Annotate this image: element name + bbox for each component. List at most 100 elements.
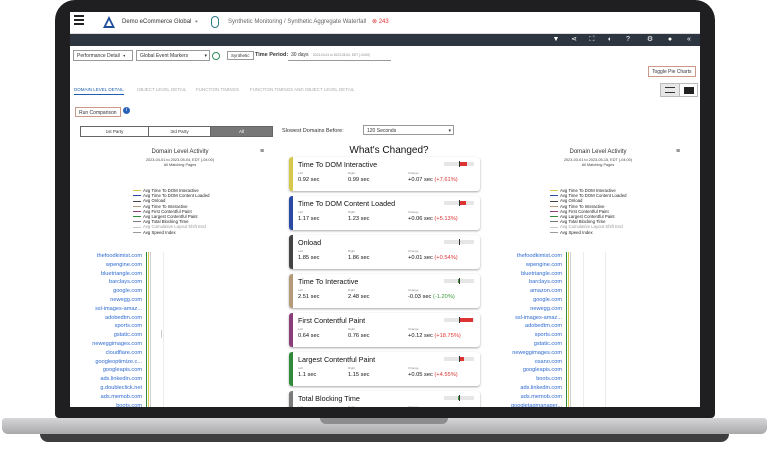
domain-link[interactable]: barclays.com — [490, 278, 562, 287]
domain-link[interactable]: newegg.com — [490, 305, 562, 314]
toggle-pie-charts-button[interactable]: Toggle Pie Charts — [648, 66, 696, 77]
legend-item[interactable]: Avg Speed Index — [550, 230, 626, 235]
chevron-down-icon: ▾ — [204, 53, 207, 59]
change-bar — [444, 278, 474, 284]
domain-link[interactable]: sports.com — [70, 322, 142, 331]
domain-link[interactable]: ads.memob.com — [70, 393, 142, 402]
metric-card[interactable]: Total Blocking Time Left Right Change — [289, 391, 480, 407]
change-bar — [444, 161, 474, 167]
metric-color-strip — [289, 352, 293, 386]
tab-function-timings-object-level[interactable]: FUNCTION TIMINGS AND OBJECT LEVEL DETAIL — [250, 87, 354, 94]
view-switcher[interactable] — [660, 83, 698, 97]
domain-link[interactable]: newegg.com — [70, 296, 142, 305]
tab-function-timings[interactable]: FUNCTION TIMINGS — [196, 87, 239, 94]
info-icon[interactable]: i — [123, 107, 130, 114]
domain-link[interactable]: cloudflare.com — [70, 349, 142, 358]
metric-change-value: +0.06 sec (+5.13%) — [408, 216, 458, 222]
domain-link[interactable]: googleapis.com — [70, 366, 142, 375]
metric-card[interactable]: Time To DOM Content Loaded Left 1.17 sec Ri… — [289, 196, 480, 230]
chart-grid-line — [583, 252, 584, 407]
help-icon[interactable]: ? — [624, 36, 632, 44]
metric-change-value: -0.03 sec (-1.20%) — [408, 294, 455, 300]
legend-item[interactable]: Avg Speed Index — [133, 230, 209, 235]
metric-card[interactable]: Largest Contentful Paint Left 1.1 sec Right… — [289, 352, 480, 386]
grid-view-icon[interactable] — [684, 87, 694, 94]
change-bar — [444, 239, 474, 245]
domain-link[interactable]: gstatic.com — [490, 340, 562, 349]
tab-domain-level-detail[interactable]: DOMAIN LEVEL DETAIL — [74, 87, 124, 95]
domain-link[interactable]: ssl-images-amaz... — [490, 314, 562, 323]
domain-link[interactable]: thefoodkimist.com — [490, 252, 562, 261]
domain-link[interactable]: googleoptimize.c... — [70, 358, 142, 367]
collapse-icon[interactable]: « — [685, 36, 693, 44]
slowest-domains-select[interactable]: 120 Seconds ▾ — [363, 125, 454, 135]
domain-link[interactable]: wpengine.com — [70, 261, 142, 270]
share-icon[interactable]: ⋖ — [570, 36, 578, 44]
domain-link[interactable]: bluetriangle.com — [70, 270, 142, 279]
domain-link[interactable]: boots.com — [490, 375, 562, 384]
domain-link[interactable]: ads.memob.com — [490, 393, 562, 402]
synthetic-tag[interactable]: Synthetic — [227, 51, 254, 60]
legend-swatch — [550, 190, 558, 192]
change-bar-zero — [459, 278, 460, 284]
domain-link[interactable]: amazon.com — [490, 287, 562, 296]
time-period-select[interactable]: 30 days 2023-04-01 to 2023-05-04, EDT (-… — [288, 50, 391, 61]
domain-link[interactable]: neweggimages.com — [490, 349, 562, 358]
change-bar — [444, 356, 474, 362]
party-filter-1st[interactable]: 1st Party — [81, 127, 149, 136]
contrast-icon[interactable]: ◐ — [606, 36, 614, 44]
metric-card[interactable]: First Contentful Paint Left 0.64 sec Right 0… — [289, 313, 480, 347]
domain-link[interactable]: wpengine.com — [490, 261, 562, 270]
domain-link[interactable]: ads.linkedin.com — [490, 384, 562, 393]
domain-link[interactable]: barclays.com — [70, 278, 142, 287]
domain-link[interactable]: ads.linkedin.com — [70, 375, 142, 384]
metric-card[interactable]: Time To DOM Interactive Left 0.92 sec Right… — [289, 157, 480, 191]
menu-button[interactable]: MENU — [74, 15, 88, 41]
domain-link[interactable]: google.com — [490, 296, 562, 305]
run-comparison-button[interactable]: Run Comparison — [75, 107, 121, 117]
domain-link[interactable]: adobedtm.com — [490, 322, 562, 331]
menu-icon-bar — [74, 19, 84, 21]
domain-link[interactable]: thefoodkimist.com — [70, 252, 142, 261]
user-icon[interactable]: ● — [666, 36, 674, 44]
metric-change-abs: +0.01 sec — [408, 255, 435, 261]
left-panel-pages: All Matching Pages — [163, 163, 197, 167]
domain-link[interactable]: gstatic.com — [70, 331, 142, 340]
domain-link[interactable]: googleapis.com — [490, 366, 562, 375]
legend-label: Avg Speed Index — [143, 229, 176, 235]
metric-change-value: +0.07 sec (+7.61%) — [408, 177, 458, 183]
domain-link[interactable]: osano.com — [490, 358, 562, 367]
hamburger-menu-icon[interactable]: ≡ — [260, 148, 264, 155]
hamburger-menu-icon[interactable]: ≡ — [676, 148, 680, 155]
performance-detail-select[interactable]: Performance Detail ▾ — [73, 50, 133, 61]
domain-link[interactable]: neweggimages.com — [70, 340, 142, 349]
domain-link[interactable]: bluetriangle.com — [490, 270, 562, 279]
alert-badge[interactable]: ⊗ 243 — [372, 18, 389, 25]
metric-card[interactable]: Time To Interactive Left 2.51 sec Right 2.48… — [289, 274, 480, 308]
scroll-handle[interactable] — [161, 330, 162, 338]
chart-axis-line — [568, 252, 569, 407]
filter-icon[interactable]: ▼ — [552, 36, 560, 44]
event-markers-select[interactable]: Global Event Markers ▾ — [136, 50, 210, 61]
metric-name: Time To DOM Interactive — [298, 160, 378, 169]
domain-link[interactable]: boots.com — [70, 402, 142, 407]
domain-link[interactable]: adobedtm.com — [70, 314, 142, 323]
list-view-button[interactable] — [661, 84, 680, 96]
right-panel-title: Domain Level Activity — [569, 149, 627, 155]
marker-settings-icon[interactable] — [212, 52, 220, 60]
party-filter-3rd[interactable]: 3rd Party — [149, 127, 211, 136]
metric-color-strip — [289, 313, 293, 347]
party-filter-all[interactable]: All — [211, 127, 272, 136]
settings-icon[interactable]: ⚙ — [646, 36, 654, 44]
metric-change-pct: (+0.54%) — [434, 255, 458, 261]
domain-link[interactable]: googletagmanager... — [490, 402, 562, 407]
tab-object-level-detail[interactable]: OBJECT LEVEL DETAIL — [137, 87, 186, 94]
domain-link[interactable]: ssl-images-amaz... — [70, 305, 142, 314]
domain-link[interactable]: sports.com — [490, 331, 562, 340]
metric-card[interactable]: Onload Left 1.85 sec Right 1.86 sec Change +0.… — [289, 235, 480, 269]
domain-link[interactable]: google.com — [70, 287, 142, 296]
fullscreen-icon[interactable]: ⛶ — [588, 36, 596, 44]
change-bar-zero — [459, 356, 460, 362]
org-name[interactable]: Demo eCommerce Global — [122, 19, 191, 25]
domain-link[interactable]: g.doubleclick.net — [70, 384, 142, 393]
